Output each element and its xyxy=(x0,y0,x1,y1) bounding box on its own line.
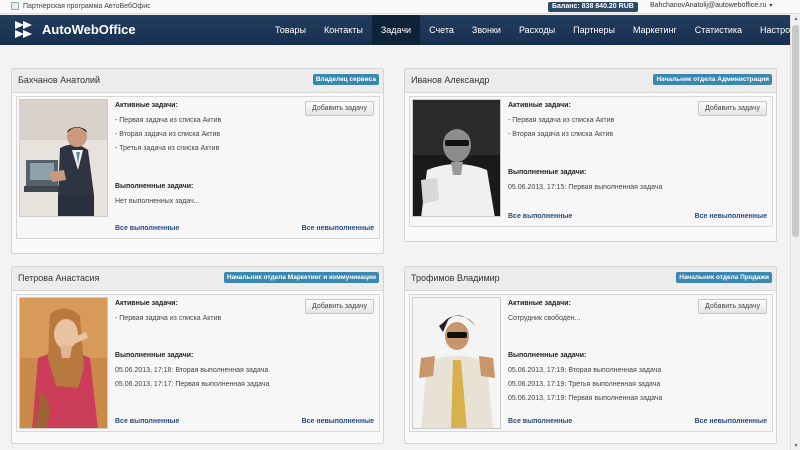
active-task-item[interactable]: - Первая задача из списка Актив xyxy=(115,315,221,322)
nav-item-marketing[interactable]: Маркетинг xyxy=(624,15,686,45)
done-task-item[interactable]: 05.06.2013, 17:19: Первая выполненная за… xyxy=(508,395,662,402)
role-badge: Начальник отдела Маркетинг и коммуникаци… xyxy=(223,272,379,283)
active-task-item: Сотрудник свободен... xyxy=(508,315,581,322)
employee-name[interactable]: Иванов Александр xyxy=(411,75,489,85)
balance-badge: Баланс: 838 840.20 RUB xyxy=(548,2,638,12)
card-header: Иванов Александр Начальник отдела Админи… xyxy=(405,69,776,93)
partner-program-link[interactable]: Партнерская программа АвтоВебОфис xyxy=(11,2,151,10)
brand-name: AutoWebOffice xyxy=(42,22,136,37)
employee-photo xyxy=(19,99,108,217)
active-task-item[interactable]: - Третья задача из списка Актив xyxy=(115,145,219,152)
all-done-link[interactable]: Все выполненные xyxy=(508,418,572,425)
active-task-item[interactable]: - Вторая задача из списка Актив xyxy=(508,131,613,138)
card-header: Бахчанов Анатолий Владелец сервиса xyxy=(12,69,383,93)
nav-item-calls[interactable]: Звонки xyxy=(463,15,510,45)
user-menu[interactable]: BahchanovAnatolij@autoweboffice.ru ▾ xyxy=(650,2,772,9)
done-task-item[interactable]: 05.06.2013, 17:17: Первая выполненная за… xyxy=(115,381,269,388)
brand-logo[interactable]: AutoWebOffice xyxy=(15,21,136,38)
done-tasks-title: Выполненные задачи: xyxy=(508,169,587,176)
role-badge: Начальник отдела Администрация xyxy=(653,74,772,85)
active-tasks-title: Активные задачи: xyxy=(115,300,178,307)
done-task-item[interactable]: 05.06.2013, 17:18: Вторая выполненная за… xyxy=(115,367,268,374)
done-tasks-title: Выполненные задачи: xyxy=(115,352,194,359)
card-body: Добавить задачу Активные задачи: - Перва… xyxy=(16,294,380,432)
employee-photo xyxy=(19,297,108,429)
active-task-item[interactable]: - Вторая задача из списка Актив xyxy=(115,131,220,138)
active-tasks-title: Активные задачи: xyxy=(115,102,178,109)
nav-item-invoices[interactable]: Счета xyxy=(420,15,463,45)
done-task-item: Нет выполненных задач... xyxy=(115,198,200,205)
partner-icon xyxy=(11,2,19,10)
chevron-down-icon: ▾ xyxy=(769,3,773,9)
add-task-button[interactable]: Добавить задачу xyxy=(698,101,767,116)
done-task-item[interactable]: 05.06.2013, 17:19: Вторая выполненная за… xyxy=(508,367,661,374)
all-done-link[interactable]: Все выполненные xyxy=(115,418,179,425)
role-badge: Начальник отдела Продажи xyxy=(676,272,772,283)
employee-card: Трофимов Владимир Начальник отдела Прода… xyxy=(404,266,777,444)
employee-card: Петрова Анастасия Начальник отдела Марке… xyxy=(11,266,384,444)
employee-name[interactable]: Петрова Анастасия xyxy=(18,273,99,283)
card-body: Добавить задачу Активные задачи: - Перва… xyxy=(16,96,380,239)
partner-program-label: Партнерская программа АвтоВебОфис xyxy=(23,2,151,10)
user-email: BahchanovAnatolij@autoweboffice.ru xyxy=(650,2,767,9)
nav-item-products[interactable]: Товары xyxy=(266,15,315,45)
done-tasks-title: Выполненные задачи: xyxy=(115,183,194,190)
all-undone-link[interactable]: Все невыполненные xyxy=(302,418,374,425)
all-undone-link[interactable]: Все невыполненные xyxy=(302,225,374,232)
all-done-link[interactable]: Все выполненные xyxy=(115,225,179,232)
card-header: Петрова Анастасия Начальник отдела Марке… xyxy=(12,267,383,291)
card-body: Добавить задачу Активные задачи: Сотрудн… xyxy=(409,294,773,432)
done-tasks-title: Выполненные задачи: xyxy=(508,352,587,359)
employee-name[interactable]: Трофимов Владимир xyxy=(411,273,500,283)
employee-card: Иванов Александр Начальник отдела Админи… xyxy=(404,68,777,242)
nav-item-statistics[interactable]: Статистика xyxy=(686,15,751,45)
done-task-item[interactable]: 05.06.2013, 17:19: Третья выполненная за… xyxy=(508,381,660,388)
top-strip: Партнерская программа АвтоВебОфис Баланс… xyxy=(0,0,800,14)
nav-item-tasks[interactable]: Задачи xyxy=(371,15,421,45)
card-header: Трофимов Владимир Начальник отдела Прода… xyxy=(405,267,776,291)
employee-name[interactable]: Бахчанов Анатолий xyxy=(18,75,100,85)
logo-chevrons-icon xyxy=(15,21,37,38)
active-task-item[interactable]: - Первая задача из списка Актив xyxy=(115,117,221,124)
done-task-item[interactable]: 05.06.2013, 17:15: Первая выполненная за… xyxy=(508,184,662,191)
all-undone-link[interactable]: Все невыполненные xyxy=(695,418,767,425)
scroll-up-arrow-icon[interactable]: ▲ xyxy=(792,15,800,23)
active-tasks-title: Активные задачи: xyxy=(508,102,571,109)
main-navbar: AutoWebOffice Товары Контакты Задачи Сче… xyxy=(0,15,800,45)
card-body: Добавить задачу Активные задачи: - Перва… xyxy=(409,96,773,227)
nav-item-expenses[interactable]: Расходы xyxy=(510,15,564,45)
add-task-button[interactable]: Добавить задачу xyxy=(698,299,767,314)
active-tasks-title: Активные задачи: xyxy=(508,300,571,307)
add-task-button[interactable]: Добавить задачу xyxy=(305,101,374,116)
employee-card: Бахчанов Анатолий Владелец сервиса Добав… xyxy=(11,68,384,254)
scroll-thumb[interactable] xyxy=(792,25,799,237)
add-task-button[interactable]: Добавить задачу xyxy=(305,299,374,314)
employee-photo xyxy=(412,99,501,217)
page-scrollbar[interactable]: ▲ ▼ xyxy=(790,15,800,450)
employee-photo xyxy=(412,297,501,429)
nav-item-partners[interactable]: Партнеры xyxy=(564,15,624,45)
role-badge: Владелец сервиса xyxy=(312,74,379,85)
nav-item-contacts[interactable]: Контакты xyxy=(315,15,372,45)
all-undone-link[interactable]: Все невыполненные xyxy=(695,213,767,220)
scroll-down-arrow-icon[interactable]: ▼ xyxy=(792,442,800,450)
active-task-item[interactable]: - Первая задача из списка Актив xyxy=(508,117,614,124)
all-done-link[interactable]: Все выполненные xyxy=(508,213,572,220)
nav-menu: Товары Контакты Задачи Счета Звонки Расх… xyxy=(266,15,800,45)
